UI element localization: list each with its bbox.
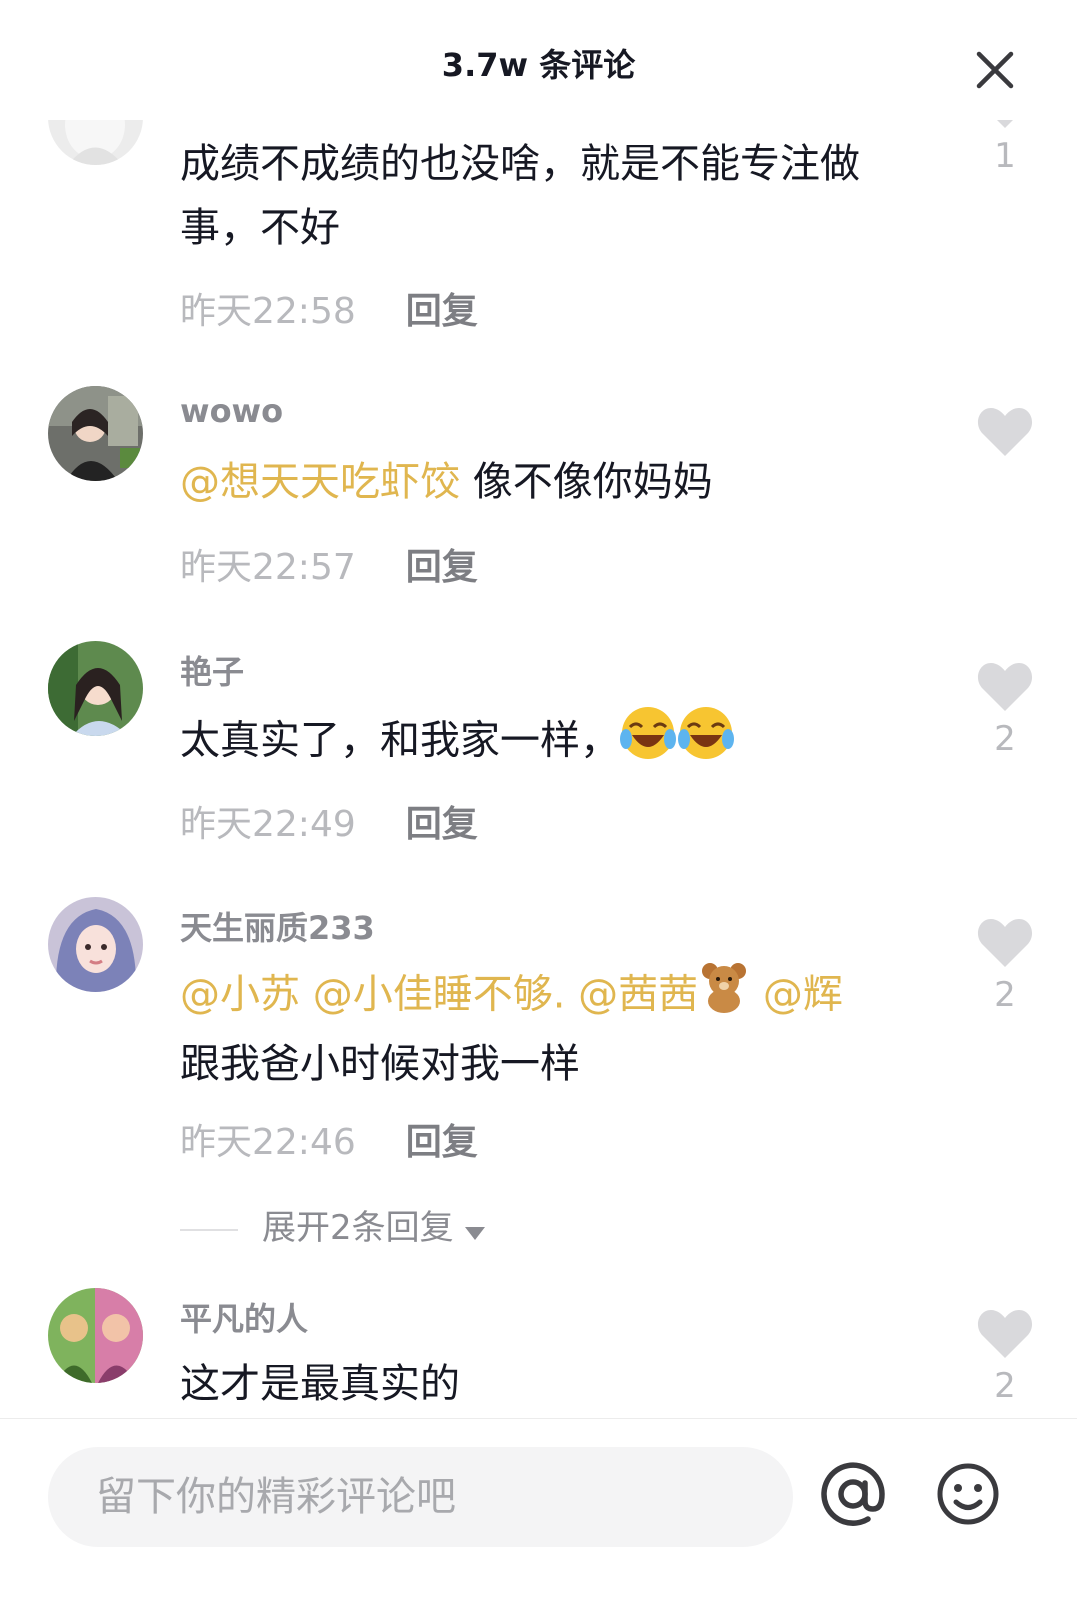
comments-header: 3.7w 条评论: [0, 0, 1077, 120]
like-count: 2: [994, 1366, 1016, 1406]
comment-count-title: 3.7w 条评论: [441, 46, 636, 84]
username[interactable]: wowo: [180, 392, 283, 430]
mention-link[interactable]: @辉: [763, 972, 843, 1018]
close-icon: [976, 51, 1014, 89]
comment-text: @想天天吃虾饺 像不像你妈妈: [180, 450, 910, 514]
avatar[interactable]: [48, 641, 143, 736]
reply-button[interactable]: 回复: [406, 547, 478, 588]
comment-body: 跟我爸小时候对我一样: [180, 1041, 580, 1087]
like-count: 1: [994, 136, 1016, 176]
emoji-button[interactable]: [933, 1459, 1003, 1529]
divider: [180, 1228, 238, 1231]
comment-text: @小苏 @小佳睡不够. @茜茜 @辉跟我爸小时候对我一样: [180, 961, 910, 1096]
like-count: 2: [994, 975, 1016, 1015]
username[interactable]: 平凡的人: [180, 1294, 308, 1340]
avatar[interactable]: [48, 897, 143, 992]
reply-button[interactable]: 回复: [406, 291, 478, 332]
heart-icon: [977, 1310, 1033, 1358]
mention-link[interactable]: @小佳睡不够.: [313, 972, 566, 1018]
laughing-crying-emoji-icon: [620, 705, 736, 780]
comment-body: 太真实了，和我家一样，: [180, 717, 620, 764]
heart-icon: [977, 919, 1033, 967]
username[interactable]: 艳子: [180, 647, 244, 693]
like-button[interactable]: 2: [975, 919, 1035, 1015]
comment-text: 成绩不成绩的也没啥，就是不能专注做事，不好: [180, 141, 860, 251]
like-button[interactable]: 2: [975, 663, 1035, 759]
comment-text: 太真实了，和我家一样，: [180, 705, 910, 780]
mention-link[interactable]: @想天天吃虾饺: [180, 459, 460, 505]
at-icon: [821, 1462, 885, 1526]
comment-meta: 昨天22:49 回复: [180, 795, 478, 847]
comment-input-bar: [0, 1418, 1077, 1618]
expand-replies-button[interactable]: 展开2条回复: [180, 1200, 486, 1250]
mention-link[interactable]: @茜茜: [578, 972, 698, 1018]
avatar[interactable]: [48, 1288, 143, 1383]
comment-meta: 昨天22:46 回复: [180, 1113, 478, 1165]
username[interactable]: 天生丽质233: [180, 903, 375, 949]
comment-time: 昨天22:46: [180, 1122, 356, 1163]
comment-time: 昨天22:58: [180, 291, 356, 332]
expand-replies-label: 展开2条回复: [262, 1208, 454, 1248]
comment-list[interactable]: 成绩不成绩的也没啥，就是不能专注做事，不好 昨天22:58 回复 1 wowo @: [0, 0, 1077, 1460]
reply-button[interactable]: 回复: [406, 804, 478, 845]
heart-icon: [977, 663, 1033, 711]
like-button[interactable]: [975, 408, 1035, 462]
comment-meta: 昨天22:57 回复: [180, 538, 478, 590]
at-mention-button[interactable]: [818, 1459, 888, 1529]
emoji-icon: [937, 1463, 999, 1525]
comment-time: 昨天22:57: [180, 547, 356, 588]
caret-down-icon: [464, 1210, 486, 1250]
mention-link[interactable]: @小苏: [180, 972, 300, 1018]
heart-icon: [977, 408, 1033, 456]
comment-input[interactable]: [48, 1447, 793, 1547]
like-count: 2: [994, 719, 1016, 759]
like-button[interactable]: 2: [975, 1310, 1035, 1406]
comment-time: 昨天22:49: [180, 804, 356, 845]
avatar[interactable]: [48, 386, 143, 481]
teddy-bear-icon: [698, 961, 750, 1032]
comment-text: 这才是最真实的: [180, 1361, 460, 1407]
comment-meta: 昨天22:58 回复: [180, 282, 478, 334]
reply-button[interactable]: 回复: [406, 1122, 478, 1163]
close-button[interactable]: [975, 50, 1025, 100]
comment-body: 像不像你妈妈: [460, 459, 713, 505]
